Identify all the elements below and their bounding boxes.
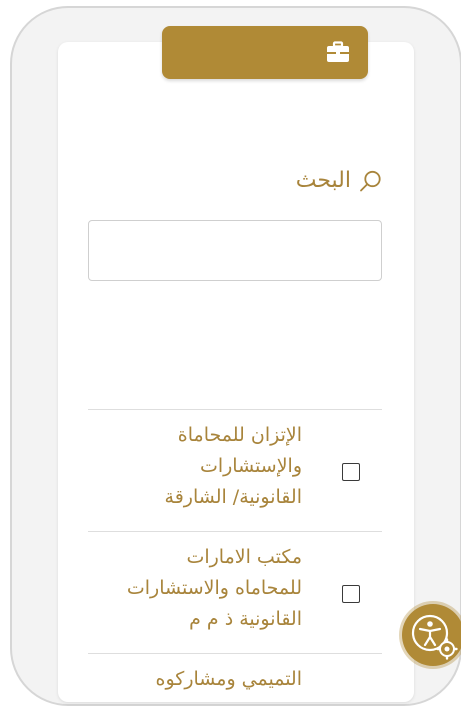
list-item-label: الإتزان للمحاماة والإستشارات القانونية/ … <box>164 424 302 508</box>
search-heading: البحث <box>296 168 383 193</box>
search-icon <box>360 170 381 191</box>
search-title-text: البحث <box>295 168 351 193</box>
list-item[interactable]: التميمي ومشاركوه <box>88 653 382 713</box>
accessibility-button[interactable] <box>402 604 461 666</box>
briefcase-icon <box>327 41 349 62</box>
search-input[interactable] <box>88 220 382 281</box>
list-item-label: التميمي ومشاركوه <box>155 668 302 690</box>
list-item-checkbox[interactable] <box>342 585 360 603</box>
list-item[interactable]: الإتزان للمحاماة والإستشارات القانونية/ … <box>88 409 382 531</box>
accessibility-settings-icon <box>411 614 458 660</box>
list-item[interactable]: مكتب الامارات للمحاماه والاستشارات القان… <box>88 531 382 653</box>
list-item-checkbox[interactable] <box>342 463 360 481</box>
list-item-label: مكتب الامارات للمحاماه والاستشارات القان… <box>126 546 302 630</box>
results-list: الإتزان للمحاماة والإستشارات القانونية/ … <box>88 409 382 713</box>
header-tab[interactable] <box>162 26 368 79</box>
